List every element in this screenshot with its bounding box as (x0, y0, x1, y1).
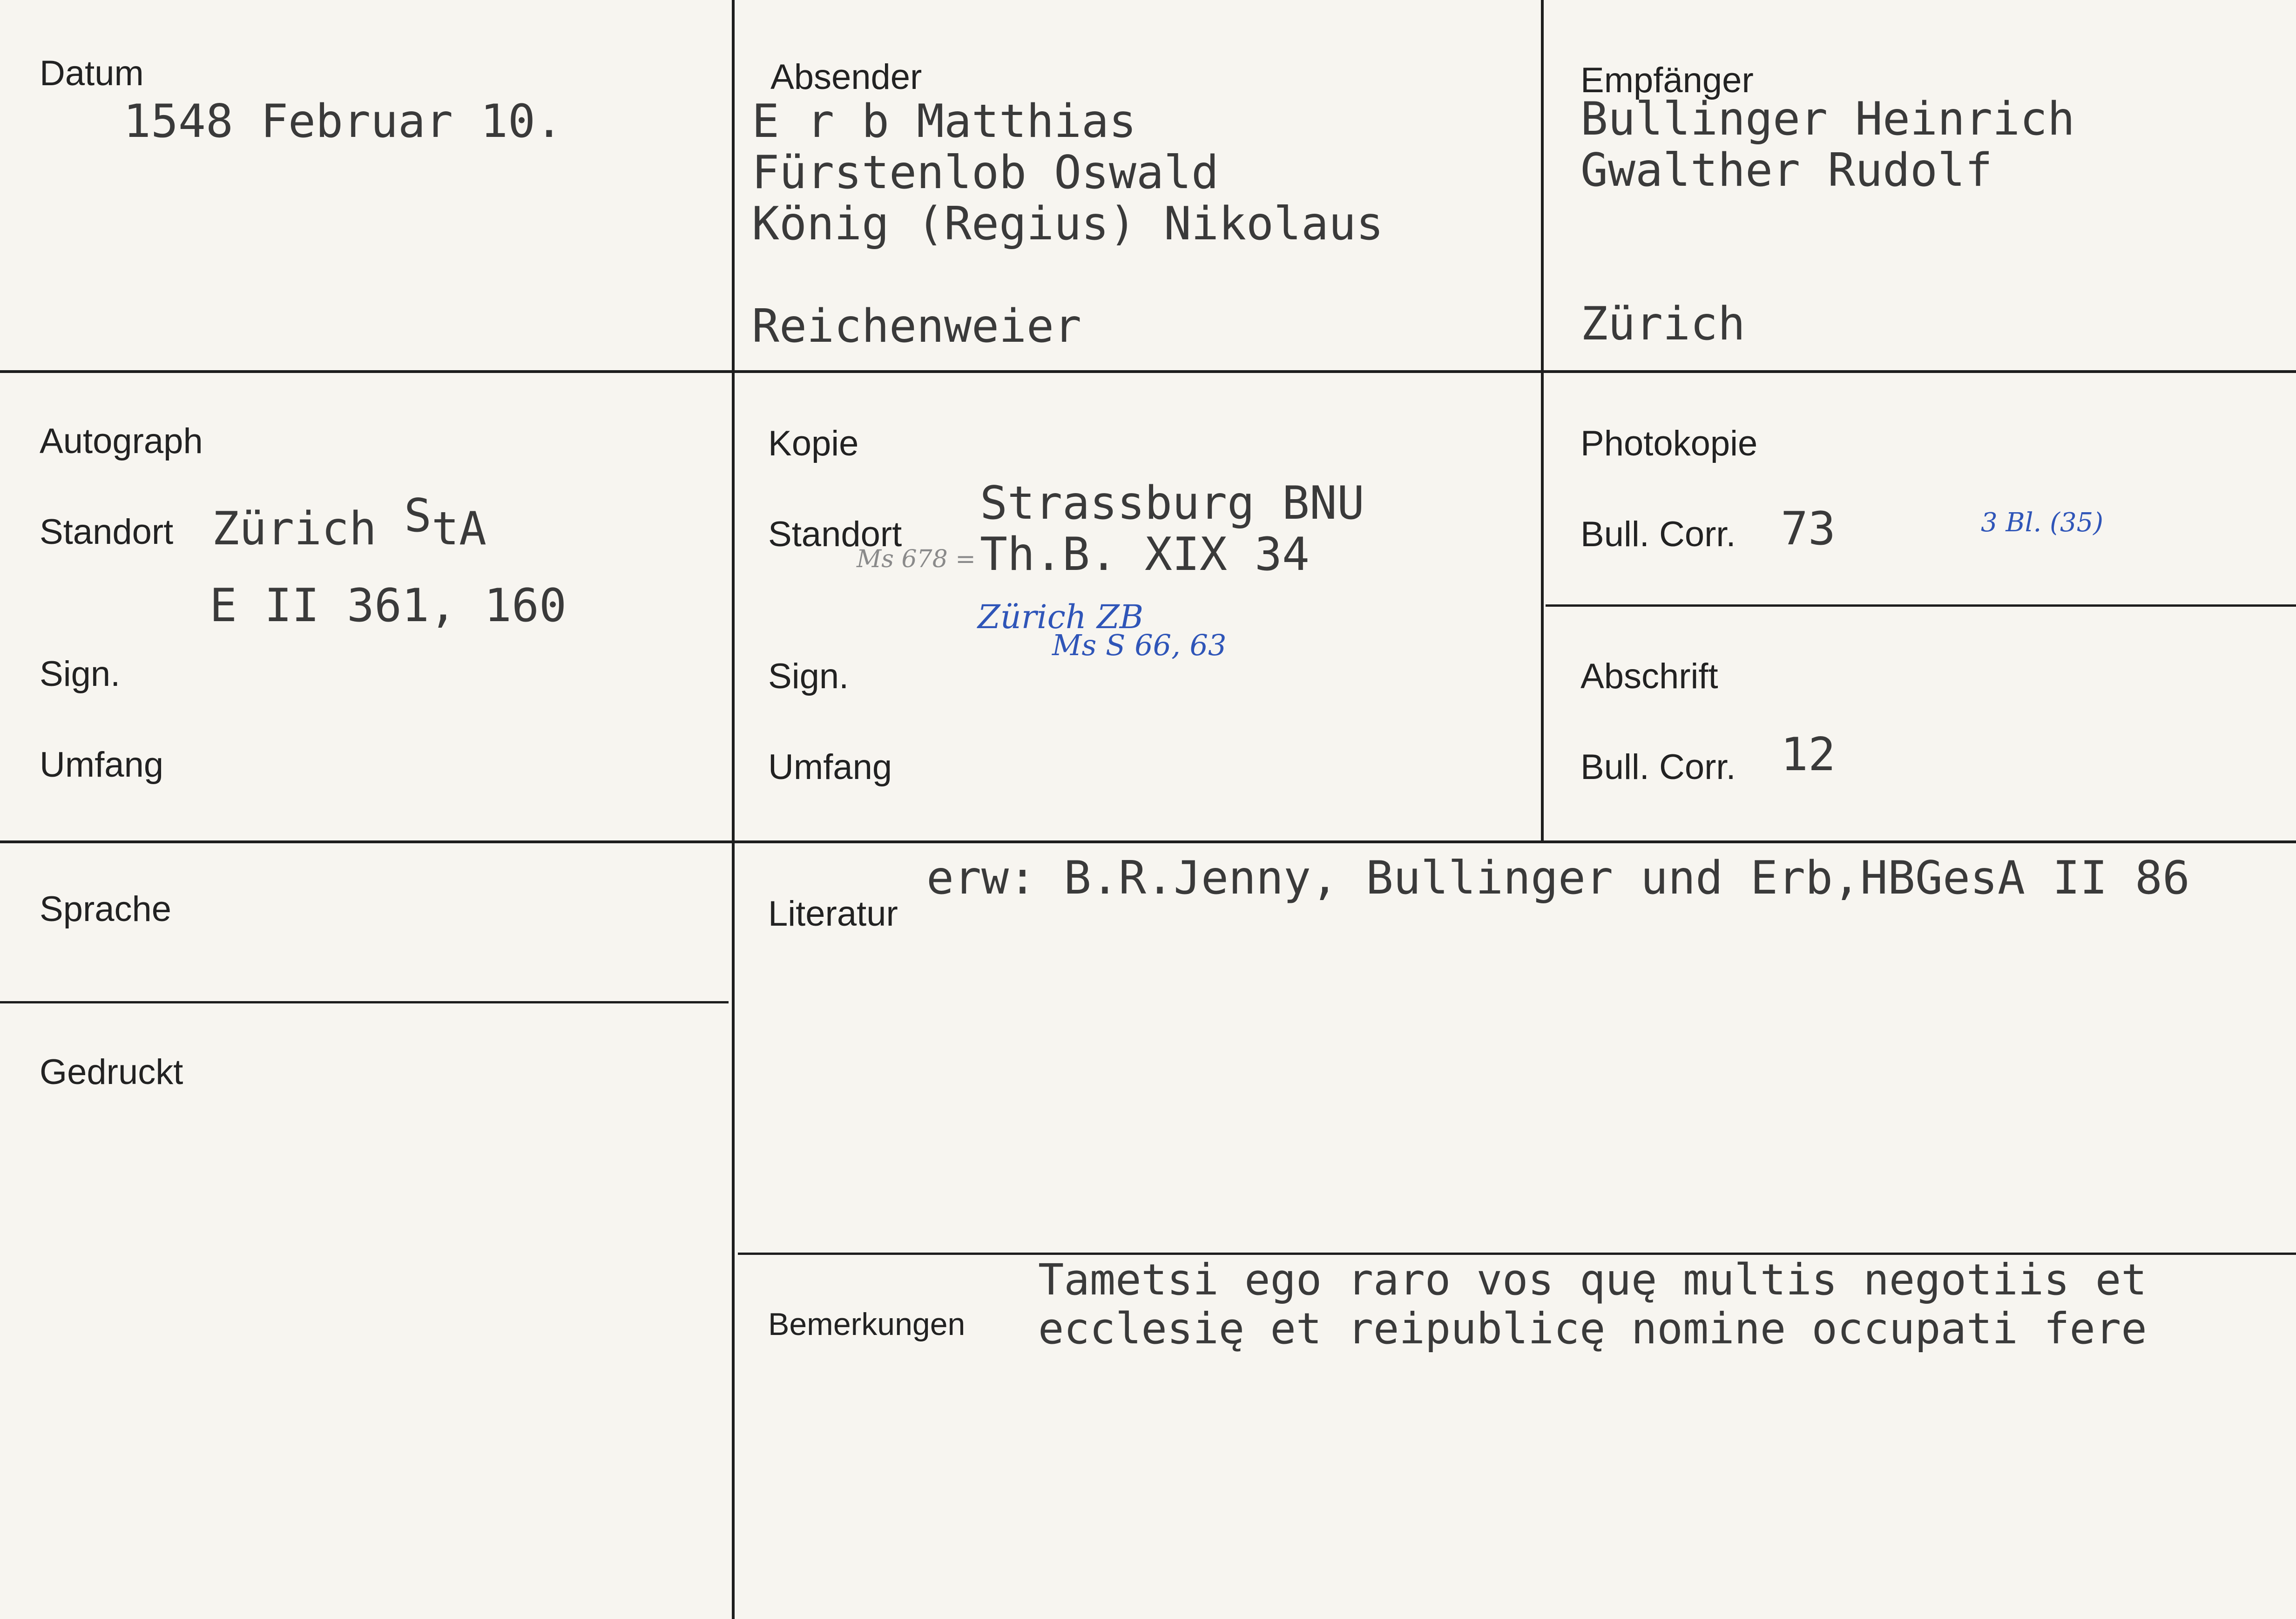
autograph-standort-city: Zürich (212, 502, 377, 555)
value-literatur: erw: B.R.Jenny, Bullinger und Erb,HBGesA… (926, 852, 2190, 905)
value-autograph-sign: E II 361, 160 (209, 579, 567, 632)
label-autograph: Autograph (40, 421, 203, 461)
autograph-standort-sup: S (404, 489, 432, 542)
value-autograph-standort: Zürich StA (212, 490, 487, 555)
autograph-standort-suffix: tA (432, 502, 487, 555)
value-datum: 1548 Februar 10. (123, 95, 563, 148)
index-card: Datum 1548 Februar 10. Absender E r b Ma… (0, 0, 2296, 1619)
label-bemerkungen: Bemerkungen (768, 1307, 966, 1342)
value-abschrift-bullcorr: 12 (1781, 728, 1836, 781)
label-sprache: Sprache (40, 889, 172, 929)
label-sign-autograph: Sign. (40, 654, 121, 694)
divider-row-2 (0, 840, 2296, 843)
label-umfang-autograph: Umfang (40, 745, 164, 785)
label-standort-autograph: Standort (40, 512, 174, 552)
label-umfang-kopie: Umfang (768, 747, 892, 787)
label-gedruckt: Gedruckt (40, 1052, 183, 1092)
annotation-kopie-zurich-2: Ms S 66, 63 (1052, 628, 1227, 662)
label-absender: Absender (770, 57, 922, 97)
value-kopie-standort-1: Strassburg BNU (980, 477, 1365, 530)
value-bemerkungen-1: Tametsi ego raro vos quę multis negotiis… (1038, 1255, 2147, 1305)
divider-photokopie (1546, 604, 2296, 607)
value-empfaenger-2: Gwalther Rudolf (1580, 144, 1993, 197)
label-abschrift: Abschrift (1580, 657, 1718, 696)
divider-col-1 (732, 0, 735, 1619)
divider-col-2 (1541, 0, 1544, 843)
value-absender-2: Fürstenlob Oswald (752, 146, 1219, 199)
value-empfaenger-ort: Zürich (1580, 298, 1746, 351)
label-sign-kopie: Sign. (768, 657, 849, 696)
label-bullcorr-abschrift: Bull. Corr. (1580, 747, 1736, 787)
value-absender-3: König (Regius) Nikolaus (752, 197, 1384, 251)
value-kopie-standort-2: Th.B. XIX 34 (980, 528, 1310, 581)
divider-sprache (0, 1001, 729, 1003)
value-empfaenger-1: Bullinger Heinrich (1580, 93, 2075, 146)
divider-row-1 (0, 370, 2296, 373)
label-bullcorr-photokopie: Bull. Corr. (1580, 515, 1736, 554)
label-kopie: Kopie (768, 424, 859, 463)
annotation-kopie-ms: Ms 678 = (857, 545, 976, 573)
annotation-photokopie: 3 Bl. (35) (1981, 508, 2104, 538)
value-absender-ort: Reichenweier (752, 300, 1082, 353)
label-photokopie: Photokopie (1580, 424, 1758, 463)
label-datum: Datum (40, 54, 144, 93)
value-bemerkungen-2: ecclesię et reipublicę nomine occupati f… (1038, 1304, 2147, 1354)
value-absender-1: E r b Matthias (752, 95, 1137, 148)
value-photokopie-bullcorr: 73 (1781, 502, 1836, 555)
label-literatur: Literatur (768, 894, 898, 934)
